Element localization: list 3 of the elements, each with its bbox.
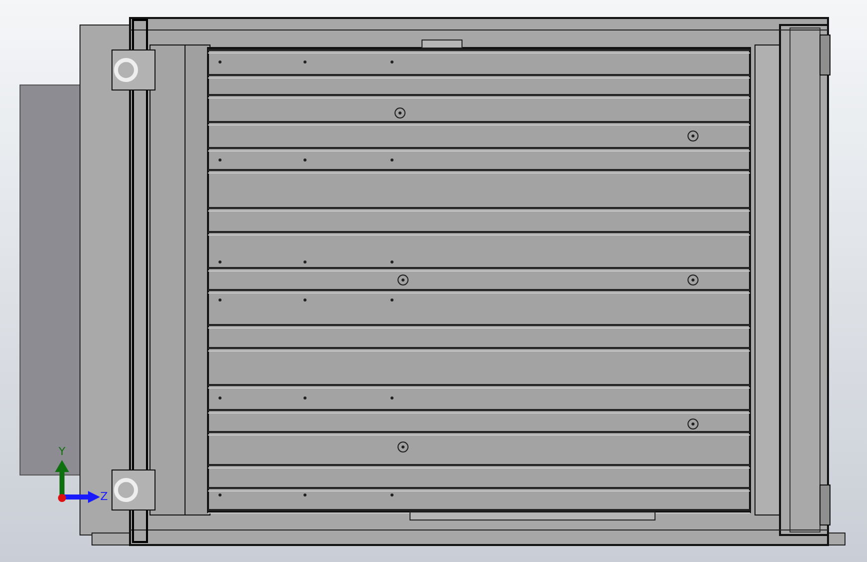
axis-label: Y [58,445,66,458]
axis-label: Z [100,490,108,504]
origin-icon [58,494,66,502]
